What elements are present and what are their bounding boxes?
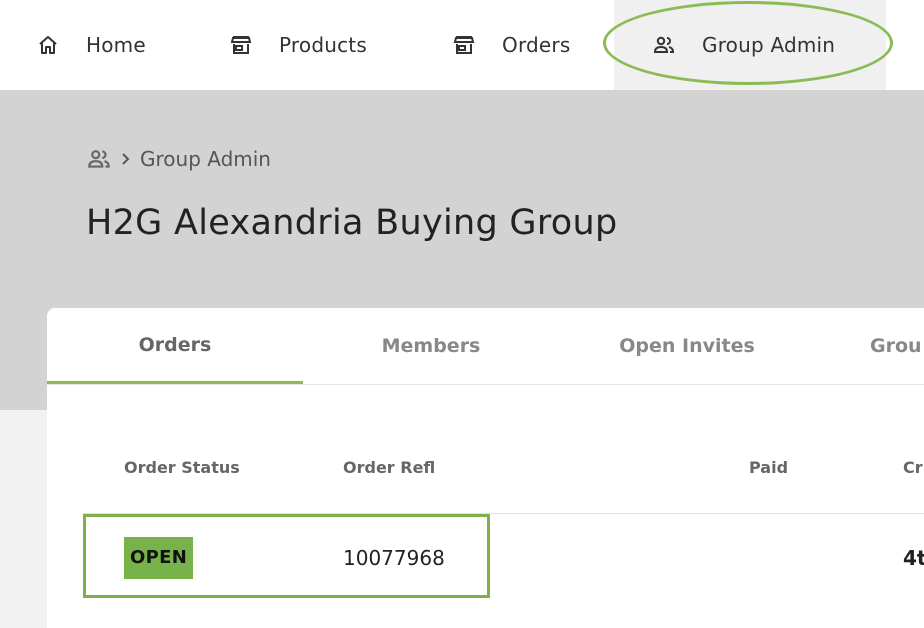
chevron-right-icon <box>118 151 134 167</box>
store-icon <box>229 33 253 57</box>
nav-group-admin-label: Group Admin <box>702 33 836 57</box>
tab-orders[interactable]: Orders <box>47 308 303 384</box>
nav-home-label: Home <box>86 33 146 57</box>
nav-orders-label: Orders <box>502 33 571 57</box>
tab-members[interactable]: Members <box>303 308 559 384</box>
nav-orders[interactable]: Orders <box>452 0 570 90</box>
top-navigation: Home Products Orders Group Admin <box>0 0 924 90</box>
tab-bar: Orders Members Open Invites Grou <box>47 308 924 385</box>
column-header-created[interactable]: Cr <box>903 458 923 477</box>
breadcrumb: Group Admin <box>86 146 271 172</box>
nav-products[interactable]: Products <box>229 0 367 90</box>
order-ref-cell[interactable]: 10077968 <box>343 546 445 570</box>
page-title: H2G Alexandria Buying Group <box>86 203 618 243</box>
column-header-paid[interactable]: Paid <box>749 458 788 477</box>
home-icon <box>36 33 60 57</box>
column-header-order-ref[interactable]: Order Refl <box>343 458 435 477</box>
table-divider <box>83 513 924 514</box>
orders-card: Orders Members Open Invites Grou Order S… <box>47 308 924 628</box>
nav-group-admin[interactable]: Group Admin <box>614 0 886 90</box>
nav-products-label: Products <box>279 33 367 57</box>
people-icon <box>652 33 676 57</box>
people-icon <box>86 146 112 172</box>
breadcrumb-label[interactable]: Group Admin <box>140 147 271 171</box>
tab-open-invites[interactable]: Open Invites <box>559 308 815 384</box>
nav-home[interactable]: Home <box>36 0 146 90</box>
store-icon <box>452 33 476 57</box>
status-badge: OPEN <box>124 537 194 579</box>
created-cell: 4t <box>903 546 924 570</box>
column-header-order-status[interactable]: Order Status <box>124 458 240 477</box>
tab-group[interactable]: Grou <box>815 308 924 384</box>
